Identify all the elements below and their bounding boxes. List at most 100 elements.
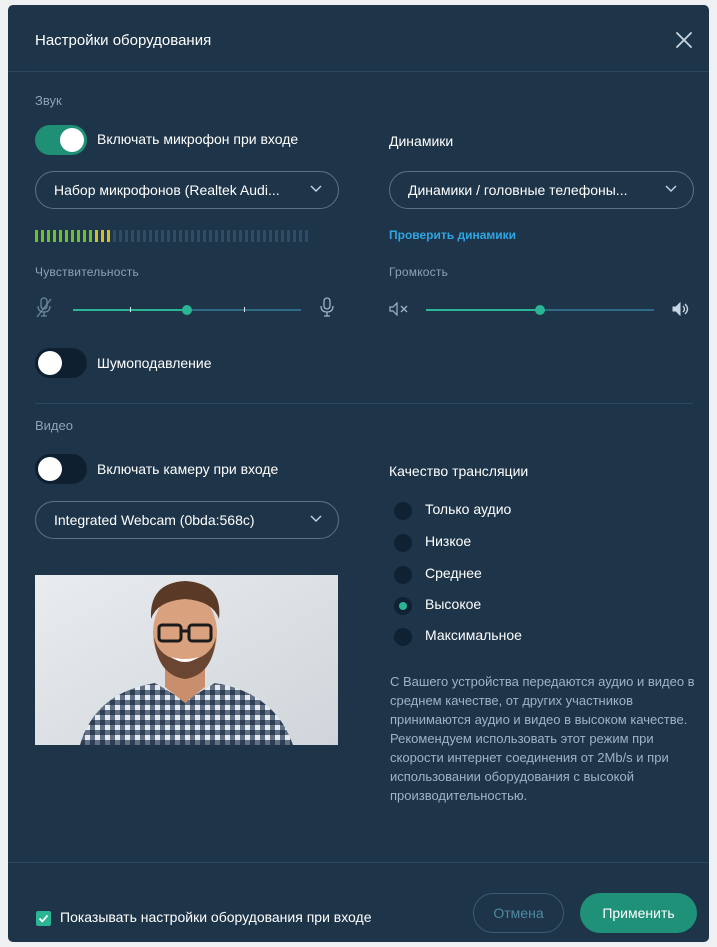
radio-selected-dot (399, 602, 407, 610)
mic-level-bar (131, 230, 134, 242)
mic-level-bar (287, 230, 290, 242)
volume-fill (426, 309, 540, 311)
speakers-label: Динамики (389, 133, 454, 149)
mic-level-bar (59, 230, 62, 242)
sensitivity-label: Чувствительность (35, 265, 139, 279)
stream-quality-label: Качество трансляции (389, 463, 529, 479)
close-button[interactable] (673, 29, 695, 51)
mic-level-bar (209, 230, 212, 242)
toggle-knob (38, 457, 62, 481)
mic-level-bar (173, 230, 176, 242)
camera-on-entry-toggle[interactable] (35, 454, 87, 484)
mic-level-meter (35, 230, 339, 242)
cancel-button[interactable]: Отмена (473, 893, 564, 933)
sensitivity-tick (130, 307, 131, 312)
speakers-select-value: Динамики / головные телефоны... (408, 182, 628, 198)
webcam-preview (35, 575, 338, 745)
mic-level-bar (125, 230, 128, 242)
section-divider (35, 403, 693, 404)
noise-suppression-toggle[interactable] (35, 348, 87, 378)
mic-level-bar (143, 230, 146, 242)
radio-button (394, 502, 412, 520)
mic-level-bar (269, 230, 272, 242)
camera-on-entry-label: Включать камеру при входе (97, 461, 279, 477)
microphone-select-value: Набор микрофонов (Realtek Audi... (54, 182, 280, 198)
camera-select-value: Integrated Webcam (0bda:568c) (54, 512, 255, 528)
quality-option-label: Среднее (425, 565, 482, 581)
sensitivity-slider-thumb[interactable] (182, 305, 192, 315)
close-icon (676, 32, 692, 48)
mic-level-bar (83, 230, 86, 242)
mic-level-bar (89, 230, 92, 242)
mic-level-bar (71, 230, 74, 242)
mic-level-bar (221, 230, 224, 242)
dialog-header: Настройки оборудования (8, 5, 709, 72)
camera-select[interactable]: Integrated Webcam (0bda:568c) (35, 501, 339, 539)
mic-level-bar (119, 230, 122, 242)
mic-level-bar (47, 230, 50, 242)
quality-option-label: Только аудио (425, 501, 512, 517)
hardware-settings-dialog: Настройки оборудования Звук Включать мик… (8, 5, 709, 942)
mic-level-bar (197, 230, 200, 242)
video-section-label: Видео (35, 418, 73, 433)
mic-level-bar (215, 230, 218, 242)
volume-label: Громкость (389, 265, 449, 279)
mic-muted-icon (36, 297, 52, 318)
mic-level-bar (113, 230, 116, 242)
chevron-down-icon (310, 515, 322, 522)
mic-level-bar (233, 230, 236, 242)
radio-button (394, 534, 412, 552)
mic-level-bar (77, 230, 80, 242)
show-on-entry-label: Показывать настройки оборудования при вх… (60, 909, 372, 925)
mic-level-bar (299, 230, 302, 242)
quality-option-label: Высокое (425, 596, 482, 612)
mic-level-bar (107, 230, 110, 242)
mic-level-bar (167, 230, 170, 242)
mic-level-bar (95, 230, 98, 242)
volume-mute-icon (389, 302, 408, 316)
radio-button (394, 566, 412, 584)
mic-level-bar (35, 230, 38, 242)
sound-section-label: Звук (35, 93, 62, 108)
mic-icon (320, 297, 334, 317)
mic-level-bar (227, 230, 230, 242)
mic-level-bar (149, 230, 152, 242)
sensitivity-tick (244, 307, 245, 312)
check-speakers-link[interactable]: Проверить динамики (389, 228, 516, 242)
mic-level-bar (191, 230, 194, 242)
mic-level-bar (41, 230, 44, 242)
dialog-title: Настройки оборудования (35, 32, 212, 49)
mic-level-bar (65, 230, 68, 242)
mic-level-bar (155, 230, 158, 242)
chevron-down-icon (310, 185, 322, 192)
toggle-knob (38, 351, 62, 375)
speakers-select[interactable]: Динамики / головные телефоны... (389, 171, 694, 209)
mic-level-bar (137, 230, 140, 242)
radio-button (394, 628, 412, 646)
show-on-entry-checkbox[interactable] (36, 911, 51, 926)
volume-high-icon (672, 302, 689, 316)
mic-level-bar (179, 230, 182, 242)
mic-level-bar (251, 230, 254, 242)
chevron-down-icon (665, 185, 677, 192)
dialog-footer: Показывать настройки оборудования при вх… (8, 862, 709, 942)
mic-level-bar (239, 230, 242, 242)
mic-level-bar (53, 230, 56, 242)
mic-level-bar (305, 230, 308, 242)
mic-level-bar (161, 230, 164, 242)
mic-level-bar (245, 230, 248, 242)
apply-button[interactable]: Применить (580, 893, 697, 933)
noise-suppression-label: Шумоподавление (97, 355, 212, 371)
microphone-select[interactable]: Набор микрофонов (Realtek Audi... (35, 171, 339, 209)
mic-level-bar (101, 230, 104, 242)
radio-button (394, 597, 412, 615)
mic-level-bar (185, 230, 188, 242)
check-icon (38, 914, 49, 923)
mic-level-bar (263, 230, 266, 242)
mic-on-entry-toggle[interactable] (35, 125, 87, 155)
volume-slider-thumb[interactable] (535, 305, 545, 315)
toggle-knob (60, 128, 84, 152)
webcam-person-image (35, 575, 338, 745)
mic-level-bar (293, 230, 296, 242)
mic-level-bar (257, 230, 260, 242)
